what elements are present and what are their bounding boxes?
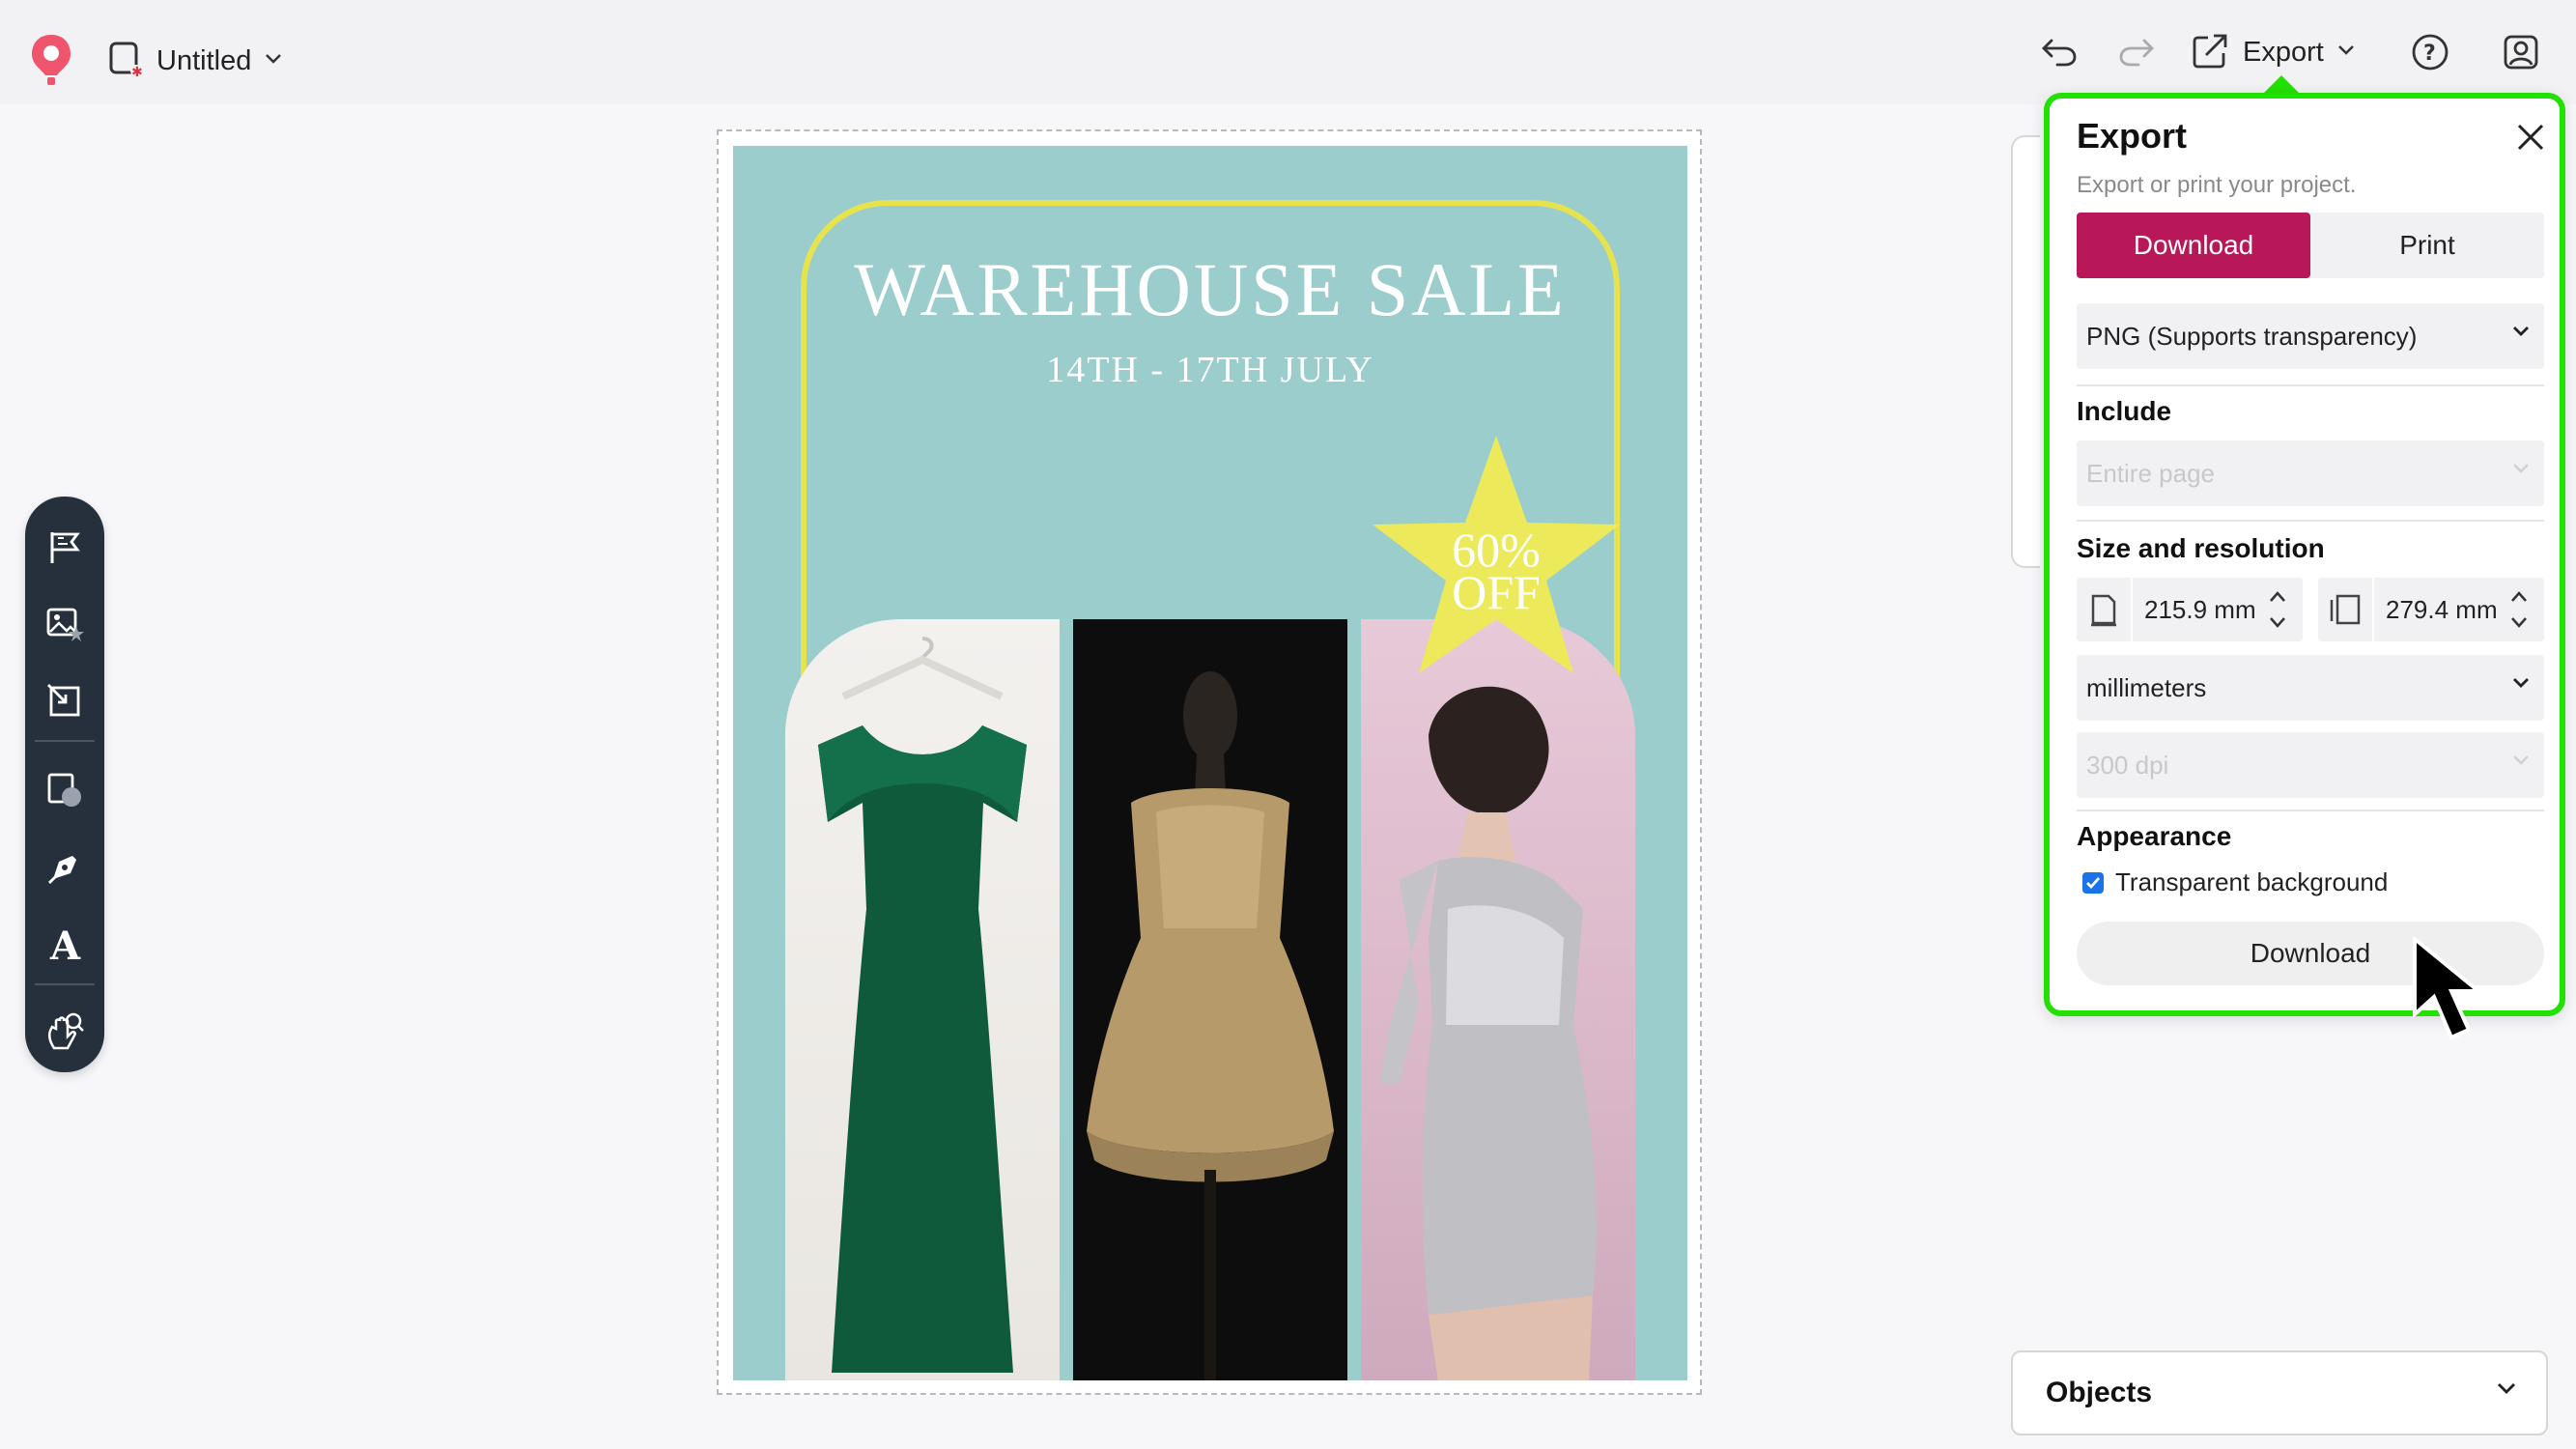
help-icon: ? xyxy=(2412,34,2449,71)
units-select[interactable]: millimeters xyxy=(2077,655,2544,721)
export-panel: Export Export or print your project. Dow… xyxy=(2044,93,2565,1016)
transparent-background-checkbox[interactable]: Transparent background xyxy=(2082,867,2388,897)
chevron-down-icon xyxy=(2513,327,2529,336)
dpi-select: 300 dpi xyxy=(2077,732,2544,798)
help-button[interactable]: ? xyxy=(2403,27,2457,77)
user-icon xyxy=(2504,35,2538,70)
redo-button[interactable] xyxy=(2109,27,2164,77)
include-value: Entire page xyxy=(2086,458,2215,488)
include-select: Entire page xyxy=(2077,440,2544,506)
export-panel-pointer xyxy=(2262,75,2301,95)
toolbar-divider xyxy=(35,983,95,985)
dpi-value: 300 dpi xyxy=(2086,750,2169,780)
portrait-page-icon xyxy=(2077,578,2133,641)
objects-panel[interactable]: Objects xyxy=(2011,1350,2548,1435)
objects-label: Objects xyxy=(2046,1377,2153,1408)
transparent-background-label: Transparent background xyxy=(2115,867,2389,896)
landscape-page-icon xyxy=(2318,578,2374,641)
chevron-down-icon xyxy=(2513,464,2529,473)
divider xyxy=(2077,810,2544,811)
tool-images[interactable] xyxy=(36,595,94,653)
undo-icon xyxy=(2042,39,2077,67)
text-icon: A xyxy=(49,925,81,964)
tool-resize[interactable] xyxy=(36,672,94,730)
background-panel-edge xyxy=(2011,135,2040,568)
stepper-icon xyxy=(2270,591,2285,628)
pen-icon xyxy=(48,856,76,884)
height-field[interactable]: 279.4 mm xyxy=(2318,578,2544,641)
canvas-artboard[interactable]: WAREHOUSE SALE 14TH - 17TH JULY 60% OFF xyxy=(717,129,1702,1395)
checkbox-checked-icon[interactable] xyxy=(2082,871,2104,894)
chevron-down-icon xyxy=(2498,1383,2515,1394)
undo-button[interactable] xyxy=(2032,27,2086,77)
width-field[interactable]: 215.9 mm xyxy=(2077,578,2303,641)
chevron-down-icon xyxy=(2513,755,2529,765)
poster-title[interactable]: WAREHOUSE SALE xyxy=(733,246,1687,333)
document-title-button[interactable]: ✱ Untitled xyxy=(108,37,282,85)
include-label: Include xyxy=(2077,396,2172,426)
chevron-down-icon xyxy=(265,52,282,70)
stepper-icon xyxy=(2511,591,2527,628)
svg-text:✱: ✱ xyxy=(131,65,143,77)
app-logo-icon[interactable] xyxy=(29,33,73,87)
tab-download[interactable]: Download xyxy=(2077,213,2310,278)
export-mode-tabs: Download Print xyxy=(2077,213,2544,278)
divider xyxy=(2077,520,2544,522)
image-star-icon xyxy=(46,608,84,641)
format-value: PNG (Supports transparency) xyxy=(2086,321,2418,351)
photo-green-dress[interactable] xyxy=(785,619,1060,1380)
mouse-cursor-icon xyxy=(2413,937,2484,1040)
format-select[interactable]: PNG (Supports transparency) xyxy=(2077,303,2544,369)
hand-zoom-icon xyxy=(47,1012,84,1050)
svg-text:A: A xyxy=(49,925,81,964)
discount-off: OFF xyxy=(1452,565,1541,619)
document-icon: ✱ xyxy=(108,41,143,82)
toolbar-divider xyxy=(35,740,95,742)
units-value: millimeters xyxy=(2086,672,2207,702)
chevron-down-icon xyxy=(2337,43,2355,61)
share-export-icon xyxy=(2191,32,2229,73)
resize-arrow-icon xyxy=(47,684,80,717)
svg-text:?: ? xyxy=(2423,42,2436,66)
flag-icon xyxy=(50,532,80,563)
account-button[interactable] xyxy=(2494,27,2548,77)
chevron-down-icon xyxy=(2513,678,2529,688)
poster[interactable]: WAREHOUSE SALE 14TH - 17TH JULY 60% OFF xyxy=(733,146,1687,1380)
tool-shapes[interactable] xyxy=(36,761,94,819)
close-icon xyxy=(2517,124,2544,151)
height-value[interactable]: 279.4 mm xyxy=(2374,595,2500,625)
tool-pan-zoom[interactable] xyxy=(36,1003,94,1061)
tab-print[interactable]: Print xyxy=(2310,213,2544,278)
tool-templates[interactable] xyxy=(36,518,94,576)
photo-silver-dress[interactable] xyxy=(1361,619,1635,1380)
close-button[interactable] xyxy=(2511,118,2550,156)
export-panel-title: Export xyxy=(2077,116,2188,156)
redo-icon xyxy=(2119,39,2154,67)
top-bar: ✱ Untitled Export ? xyxy=(0,0,2576,104)
photo-gold-dress[interactable] xyxy=(1073,619,1347,1380)
left-toolbar: A xyxy=(25,497,104,1072)
export-label: Export xyxy=(2243,36,2324,68)
shapes-icon xyxy=(47,773,81,807)
discount-badge-text[interactable]: 60% OFF xyxy=(1419,526,1573,619)
tool-pen[interactable] xyxy=(36,838,94,896)
appearance-label: Appearance xyxy=(2077,821,2232,851)
export-panel-description: Export or print your project. xyxy=(2077,172,2357,198)
tool-text[interactable]: A xyxy=(36,916,94,974)
poster-dates[interactable]: 14TH - 17TH JULY xyxy=(733,349,1687,391)
width-value[interactable]: 215.9 mm xyxy=(2133,595,2258,625)
divider xyxy=(2077,384,2544,386)
document-title: Untitled xyxy=(156,44,252,76)
export-button[interactable]: Export xyxy=(2191,27,2355,77)
size-resolution-label: Size and resolution xyxy=(2077,533,2325,563)
